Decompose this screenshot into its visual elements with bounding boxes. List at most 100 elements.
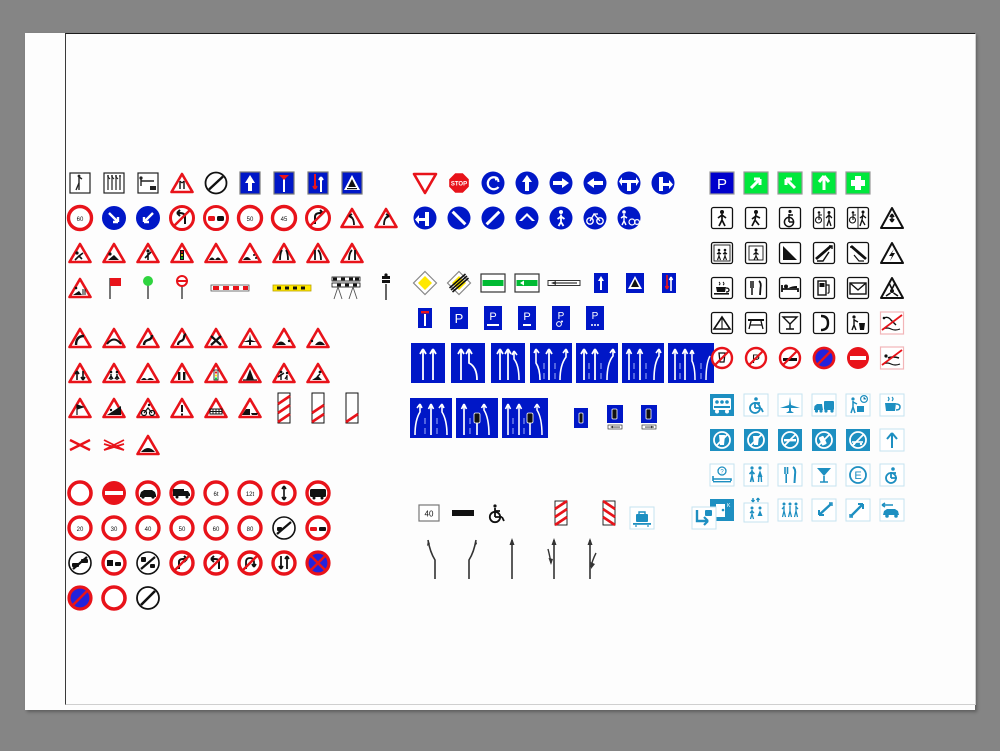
no-drinking-water-pictogram[interactable] (705, 343, 739, 373)
no-stopping-clearway-sign[interactable] (301, 548, 335, 578)
falling-rocks-warning[interactable] (267, 323, 301, 353)
countdown-marker-three-stripes[interactable] (267, 392, 301, 424)
hotel-accommodation-tile[interactable] (773, 273, 807, 303)
speed-limit-30-sign[interactable]: 30 (97, 513, 131, 543)
cyclists-warning[interactable] (131, 393, 165, 423)
speed-limit-40-sign[interactable]: 40 (131, 513, 165, 543)
no-parking-pictogram[interactable]: P (739, 343, 773, 373)
no-mobile-phones-info-tile[interactable] (807, 425, 841, 455)
no-entry-sign[interactable] (97, 478, 131, 508)
green-direction-panel-arrow[interactable] (510, 268, 544, 298)
green-direction-panel[interactable] (476, 268, 510, 298)
camping-tent-tile[interactable] (705, 308, 739, 338)
dead-end-road-sign[interactable] (408, 303, 442, 333)
curve-right-warning[interactable] (369, 203, 403, 233)
up-arrow-info-tile[interactable] (875, 425, 909, 455)
parking-pictogram[interactable]: P (705, 168, 739, 198)
uneven-surface-warning[interactable] (131, 358, 165, 388)
speed-limit-60-sign[interactable]: 60 (63, 203, 97, 233)
beacon-post[interactable] (369, 273, 403, 303)
no-right-turn-sign-b[interactable] (165, 548, 199, 578)
lane-closed-panel-with-plate-2[interactable] (632, 403, 666, 433)
road-narrows-both-warning[interactable] (267, 238, 301, 268)
wheelchair-user-info-tile[interactable] (875, 460, 909, 490)
parking-restricted-sign[interactable]: P (578, 303, 612, 333)
no-skating-info-tile[interactable] (841, 425, 875, 455)
lane-panel-three-merge-outer[interactable] (408, 398, 454, 438)
roundabout-mandatory-sign[interactable] (476, 168, 510, 198)
level-crossing-single-track-cross[interactable] (63, 430, 97, 460)
road-workers-warning[interactable] (301, 358, 335, 388)
wheelchair-user-tile[interactable] (773, 203, 807, 233)
ahead-or-turn-right-sign[interactable] (646, 168, 680, 198)
crane-arm-square-sign[interactable] (131, 168, 165, 198)
end-of-all-restrictions-sign[interactable] (131, 548, 165, 578)
direction-arrow-plate[interactable] (446, 498, 480, 528)
electrical-hazard-triangle[interactable] (875, 238, 909, 268)
airport-tile[interactable] (773, 390, 807, 420)
pedestrians-warning[interactable] (97, 358, 131, 388)
no-waiting-blue-pictogram[interactable] (807, 343, 841, 373)
traffic-signal-warning[interactable] (165, 238, 199, 268)
end-of-no-overtaking-sign[interactable] (63, 548, 97, 578)
roadworks-warning-1[interactable] (63, 238, 97, 268)
lane-closed-panel-with-plate-1[interactable] (598, 403, 632, 433)
loose-gravel-warning[interactable] (233, 238, 267, 268)
baggage-claim-tile[interactable] (625, 503, 659, 533)
turn-left-ahead-sign[interactable] (578, 168, 612, 198)
hump-bridge-warning[interactable] (97, 323, 131, 353)
baggage-check-in-tile[interactable] (687, 503, 721, 533)
restaurant-info-tile[interactable] (773, 460, 807, 490)
lane-panel-merge-right[interactable] (448, 343, 488, 383)
ahead-or-turn-either-way-sign[interactable] (612, 168, 646, 198)
one-way-up-small-sign[interactable] (584, 268, 618, 298)
no-right-turn-sign[interactable] (301, 203, 335, 233)
height-limit-sign[interactable] (267, 478, 301, 508)
crowd-people-tile[interactable] (773, 495, 807, 525)
level-crossing-gate-warning[interactable] (199, 393, 233, 423)
cycle-route-sign[interactable] (578, 203, 612, 233)
lane-line-crossing-arrows[interactable] (572, 538, 612, 579)
pass-either-side-sign[interactable] (510, 203, 544, 233)
priority-road-sign[interactable] (408, 268, 442, 298)
low-flying-aircraft-warning[interactable] (233, 323, 267, 353)
crossroads-warning[interactable] (199, 323, 233, 353)
road-narrows-left-warning[interactable] (335, 238, 369, 268)
end-of-restriction-circle[interactable] (199, 168, 233, 198)
no-smoking-pictogram[interactable] (773, 343, 807, 373)
no-swimming-pictogram[interactable] (875, 343, 909, 373)
white-direction-bar[interactable] (544, 268, 584, 298)
lane-line-merge-left[interactable] (452, 539, 492, 579)
emergency-exit-up-left-pictogram[interactable] (773, 168, 807, 198)
end-of-zone-sign[interactable] (131, 583, 165, 613)
lane-closed-small-panel[interactable] (564, 403, 598, 433)
restaurant-tile[interactable] (739, 273, 773, 303)
blank-prohibitory-sign[interactable] (97, 583, 131, 613)
emergency-exit-up-pictogram[interactable] (807, 168, 841, 198)
workers-group-warning[interactable] (63, 273, 97, 303)
curve-left-warning[interactable] (335, 203, 369, 233)
no-drinking-info-tile[interactable] (705, 425, 739, 455)
no-cars-sign[interactable] (131, 478, 165, 508)
lane-panel-three-with-vehicle[interactable] (454, 398, 500, 438)
no-towed-vehicles-sign[interactable] (97, 548, 131, 578)
warning-triangle-post[interactable] (165, 168, 199, 198)
turn-right-ahead-sign[interactable] (544, 168, 578, 198)
hazard-marker-board-right[interactable] (544, 498, 578, 528)
post-office-mail-tile[interactable] (841, 273, 875, 303)
telephone-tile[interactable] (807, 308, 841, 338)
no-left-turn-sign[interactable] (165, 203, 199, 233)
no-littering-info-tile[interactable] (739, 425, 773, 455)
no-overtaking-sign[interactable] (199, 203, 233, 233)
diagonal-arrow-down-left-blue[interactable] (131, 203, 165, 233)
weight-limit-sign[interactable]: 6t (199, 478, 233, 508)
no-straight-ahead-sign[interactable] (267, 548, 301, 578)
bus-passengers-tile[interactable] (705, 390, 739, 420)
escalator-down-info-tile[interactable] (807, 495, 841, 525)
no-waiting-sign[interactable] (63, 583, 97, 613)
end-of-speed-limit-sign[interactable] (267, 513, 301, 543)
parking-garage-e-tile[interactable]: E (841, 460, 875, 490)
pedestrian-symbol-tile[interactable] (705, 203, 739, 233)
speed-limit-50-sign[interactable]: 50 (233, 203, 267, 233)
speed-limit-20-sign[interactable]: 20 (63, 513, 97, 543)
